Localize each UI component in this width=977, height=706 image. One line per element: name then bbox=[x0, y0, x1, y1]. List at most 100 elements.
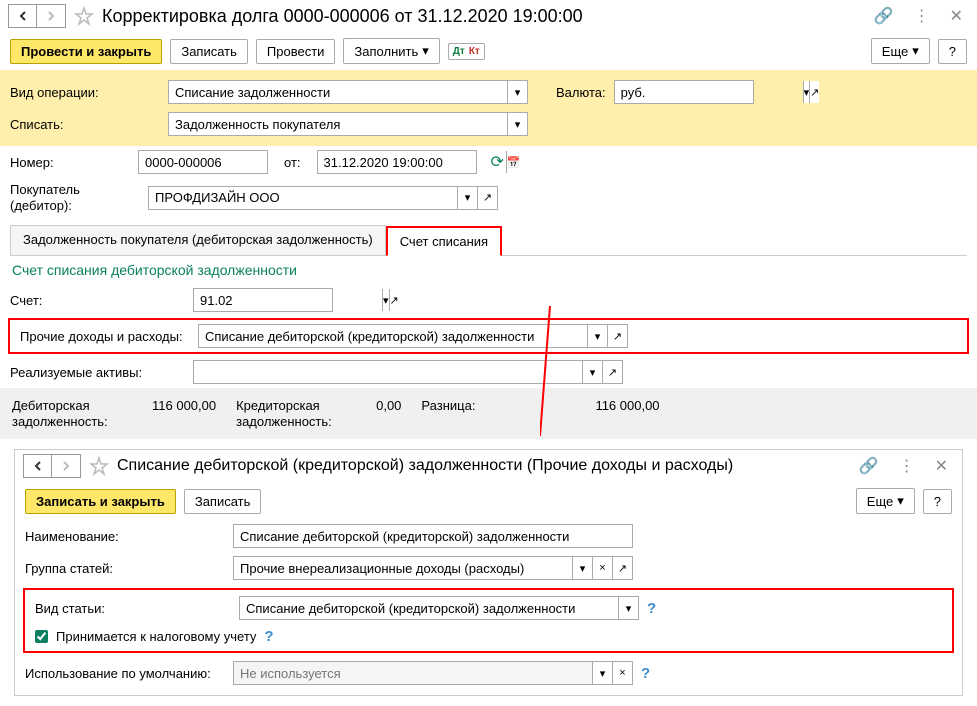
arrow-right-icon bbox=[60, 460, 72, 472]
name-label: Наименование: bbox=[25, 529, 225, 544]
credit-label: Кредиторская задолженность: bbox=[236, 398, 336, 429]
diff-value: 116 000,00 bbox=[595, 398, 659, 429]
other-label: Прочие доходы и расходы: bbox=[20, 329, 190, 344]
forward-button[interactable] bbox=[37, 5, 65, 27]
main-toolbar: Провести и закрыть Записать Провести Зап… bbox=[0, 32, 977, 70]
account-field[interactable] bbox=[194, 289, 382, 311]
sub-back-button[interactable] bbox=[24, 455, 52, 477]
name-input[interactable] bbox=[233, 524, 633, 548]
sub-save-close-button[interactable]: Записать и закрыть bbox=[25, 489, 176, 514]
dropdown-icon[interactable]: ▾ bbox=[587, 325, 607, 347]
op-type-field[interactable] bbox=[169, 81, 507, 103]
type-input[interactable]: ▾ bbox=[239, 596, 639, 620]
assets-input[interactable]: ▾ ↗ bbox=[193, 360, 623, 384]
writeoff-label: Списать: bbox=[10, 117, 160, 132]
subwindow: Списание дебиторской (кредиторской) задо… bbox=[14, 449, 963, 696]
buyer-input[interactable]: ▾ ↗ bbox=[148, 186, 498, 210]
open-icon[interactable]: ↗ bbox=[809, 81, 819, 103]
open-icon[interactable]: ↗ bbox=[602, 361, 622, 383]
refresh-icon[interactable]: ⟳ bbox=[485, 150, 510, 174]
tab-debt[interactable]: Задолженность покупателя (дебиторская за… bbox=[10, 225, 386, 255]
writeoff-field[interactable] bbox=[169, 113, 507, 135]
link-icon[interactable]: 🔗 bbox=[853, 454, 885, 478]
dropdown-icon[interactable]: ▾ bbox=[507, 113, 527, 135]
help-icon[interactable]: ? bbox=[264, 628, 273, 645]
sub-help-button[interactable]: ? bbox=[923, 489, 952, 514]
credit-value: 0,00 bbox=[376, 398, 401, 429]
sub-forward-button[interactable] bbox=[52, 455, 80, 477]
help-icon[interactable]: ? bbox=[641, 665, 650, 682]
window-title: Корректировка долга 0000-000006 от 31.12… bbox=[102, 6, 860, 27]
clear-icon[interactable]: × bbox=[612, 662, 632, 684]
submit-close-button[interactable]: Провести и закрыть bbox=[10, 39, 162, 64]
help-button[interactable]: ? bbox=[938, 39, 967, 64]
account-input[interactable]: ▾ ↗ bbox=[193, 288, 333, 312]
usage-input[interactable]: ▾ × bbox=[233, 661, 633, 685]
dtkt-button[interactable]: ДтКт bbox=[448, 43, 485, 60]
debit-label: Дебиторская задолженность: bbox=[12, 398, 112, 429]
tabs: Задолженность покупателя (дебиторская за… bbox=[10, 225, 967, 256]
submit-button[interactable]: Провести bbox=[256, 39, 336, 64]
star-icon[interactable] bbox=[74, 6, 94, 26]
help-icon[interactable]: ? bbox=[647, 600, 656, 617]
tab-writeoff[interactable]: Счет списания bbox=[386, 226, 502, 256]
buyer-field[interactable] bbox=[149, 187, 457, 209]
kebab-icon[interactable]: ⋮ bbox=[893, 454, 921, 478]
chevron-down-icon: ▾ bbox=[422, 43, 429, 59]
clear-icon[interactable]: × bbox=[592, 557, 612, 579]
type-label: Вид статьи: bbox=[35, 601, 231, 616]
other-input[interactable]: ▾ ↗ bbox=[198, 324, 628, 348]
open-icon[interactable]: ↗ bbox=[612, 557, 632, 579]
yellow-block: Вид операции: ▾ Валюта: ▾ ↗ Списать: ▾ bbox=[0, 70, 977, 146]
more-label: Еще bbox=[882, 44, 908, 59]
buyer-label: Покупатель (дебитор): bbox=[10, 182, 130, 213]
dropdown-icon[interactable]: ▾ bbox=[457, 187, 477, 209]
assets-field[interactable] bbox=[194, 361, 582, 383]
arrow-left-icon bbox=[32, 460, 44, 472]
from-label: от: bbox=[284, 155, 301, 170]
link-icon[interactable]: 🔗 bbox=[868, 4, 900, 28]
sub-title: Списание дебиторской (кредиторской) задо… bbox=[117, 457, 845, 475]
close-icon[interactable]: ✕ bbox=[929, 454, 954, 478]
sub-save-button[interactable]: Записать bbox=[184, 489, 262, 514]
date-input[interactable]: 📅 bbox=[317, 150, 477, 174]
group-field[interactable] bbox=[234, 557, 572, 579]
name-field[interactable] bbox=[234, 525, 632, 547]
dropdown-icon[interactable]: ▾ bbox=[618, 597, 638, 619]
other-field[interactable] bbox=[199, 325, 587, 347]
diff-label: Разница: bbox=[421, 398, 475, 429]
close-icon[interactable]: ✕ bbox=[944, 4, 969, 28]
arrow-right-icon bbox=[45, 10, 57, 22]
sub-more-button[interactable]: Еще ▾ bbox=[856, 488, 915, 514]
totals-bar: Дебиторская задолженность: 116 000,00 Кр… bbox=[0, 388, 977, 439]
writeoff-input[interactable]: ▾ bbox=[168, 112, 528, 136]
group-label: Группа статей: bbox=[25, 561, 225, 576]
open-icon[interactable]: ↗ bbox=[389, 289, 399, 311]
currency-label: Валюта: bbox=[556, 85, 606, 100]
tax-label: Принимается к налоговому учету bbox=[56, 629, 256, 644]
save-button[interactable]: Записать bbox=[170, 39, 248, 64]
kebab-icon[interactable]: ⋮ bbox=[908, 4, 936, 28]
group-input[interactable]: ▾ × ↗ bbox=[233, 556, 633, 580]
star-icon[interactable] bbox=[89, 456, 109, 476]
more-button[interactable]: Еще ▾ bbox=[871, 38, 930, 64]
dropdown-icon[interactable]: ▾ bbox=[582, 361, 602, 383]
usage-label: Использование по умолчанию: bbox=[25, 666, 225, 681]
usage-field[interactable] bbox=[234, 662, 592, 684]
date-field[interactable] bbox=[318, 151, 506, 173]
dropdown-icon[interactable]: ▾ bbox=[592, 662, 612, 684]
tax-checkbox[interactable] bbox=[35, 630, 48, 643]
type-field[interactable] bbox=[240, 597, 618, 619]
back-button[interactable] bbox=[9, 5, 37, 27]
open-icon[interactable]: ↗ bbox=[477, 187, 497, 209]
writeoff-section: Счет списания дебиторской задолженности … bbox=[0, 256, 977, 388]
currency-input[interactable]: ▾ ↗ bbox=[614, 80, 754, 104]
open-icon[interactable]: ↗ bbox=[607, 325, 627, 347]
currency-field[interactable] bbox=[615, 81, 803, 103]
fill-button[interactable]: Заполнить ▾ bbox=[343, 38, 439, 64]
number-input[interactable] bbox=[138, 150, 268, 174]
dropdown-icon[interactable]: ▾ bbox=[507, 81, 527, 103]
op-type-input[interactable]: ▾ bbox=[168, 80, 528, 104]
dropdown-icon[interactable]: ▾ bbox=[572, 557, 592, 579]
debit-value: 116 000,00 bbox=[152, 398, 216, 429]
